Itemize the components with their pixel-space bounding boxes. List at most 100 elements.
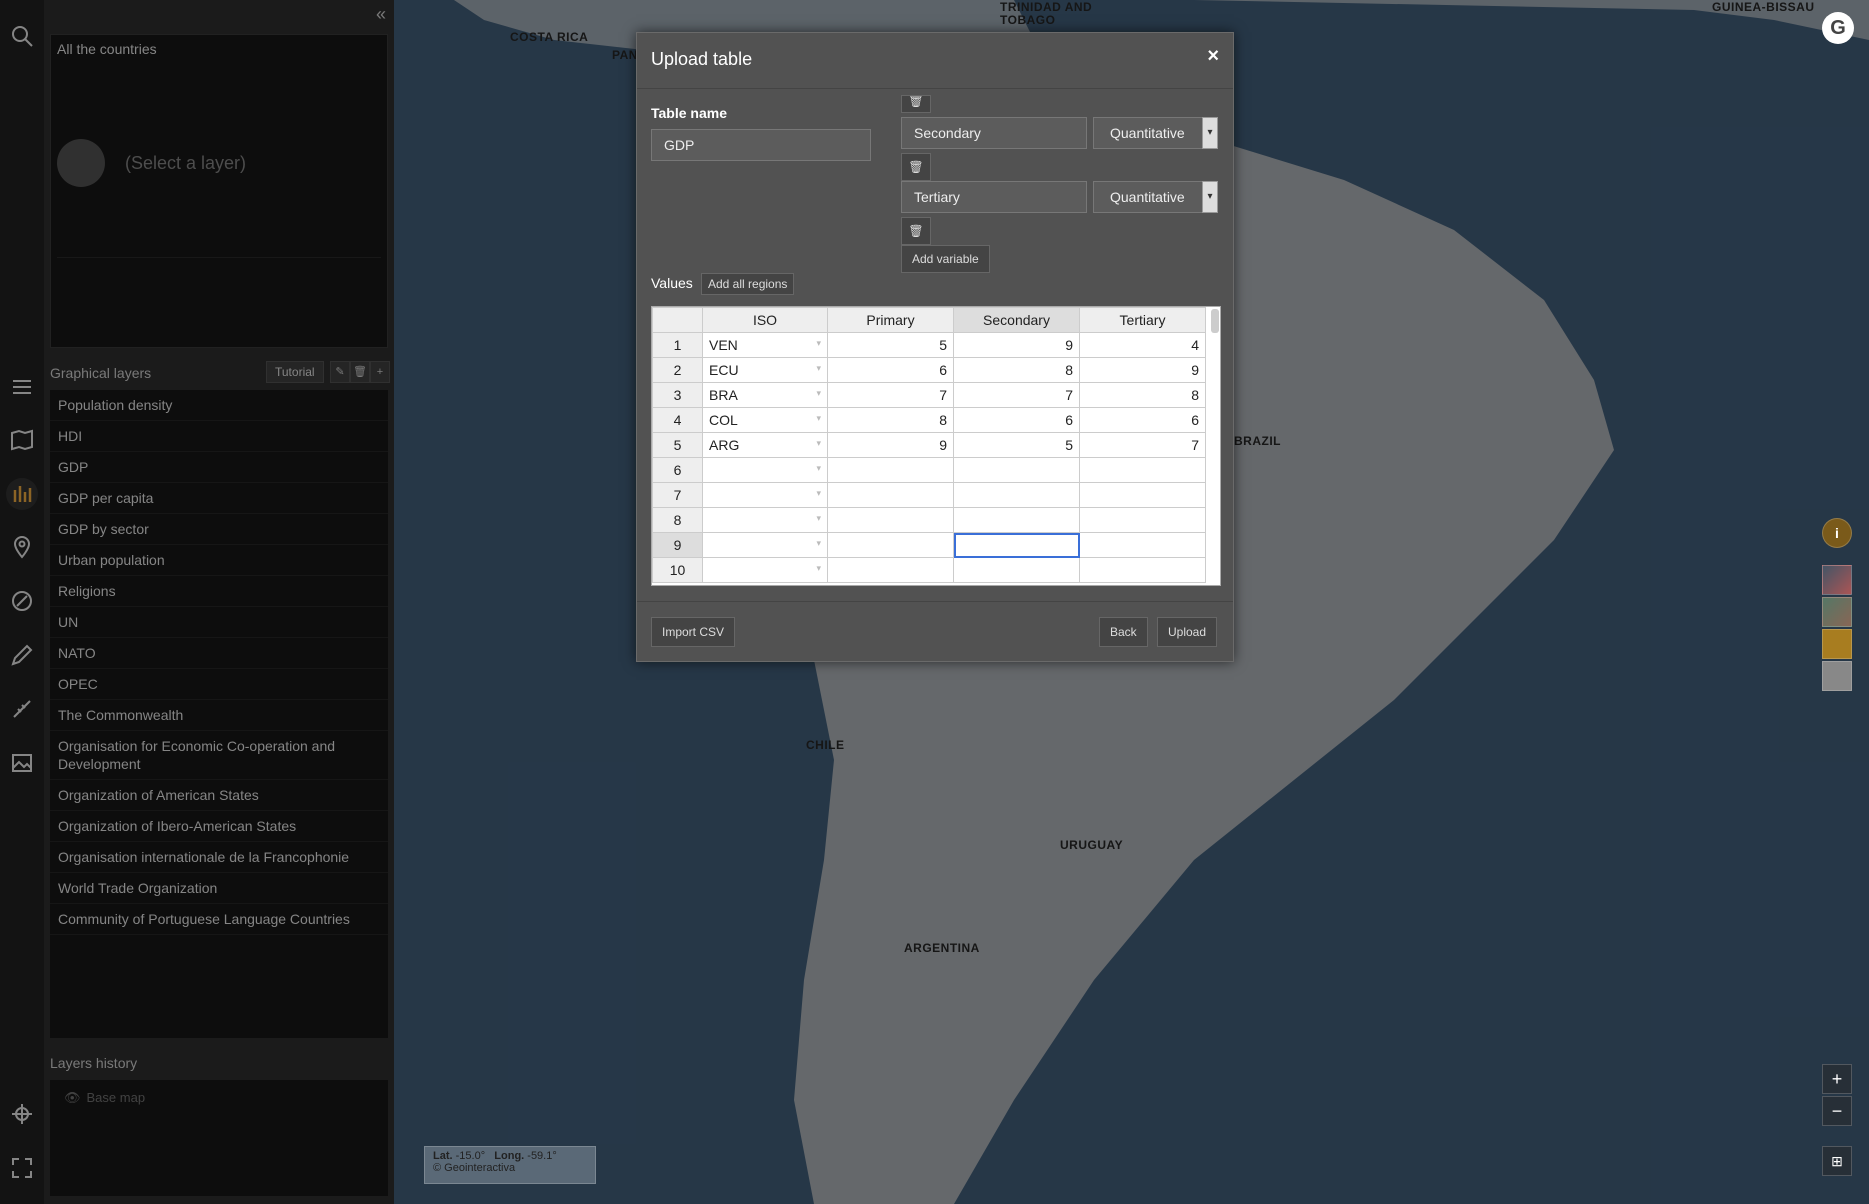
iso-cell[interactable]: ▾ <box>702 507 828 533</box>
iso-cell[interactable]: ▾ <box>702 532 828 558</box>
table-name-input[interactable] <box>651 129 871 161</box>
column-header[interactable]: Tertiary <box>1079 307 1206 333</box>
value-cell[interactable] <box>953 532 1080 558</box>
value-cell[interactable]: 5 <box>953 432 1080 458</box>
iso-cell[interactable]: ARG ▾ <box>702 432 828 458</box>
value-cell[interactable] <box>827 532 954 558</box>
value-cell[interactable]: 9 <box>827 432 954 458</box>
value-cell[interactable] <box>953 507 1080 533</box>
chevron-down-icon[interactable]: ▾ <box>816 438 821 449</box>
chevron-down-icon[interactable]: ▾ <box>816 388 821 399</box>
row-header[interactable]: 2 <box>652 357 703 383</box>
delete-variable-icon[interactable]: 🗑 <box>901 153 931 181</box>
add-all-regions-button[interactable]: Add all regions <box>701 273 795 295</box>
delete-variable-icon[interactable]: 🗑 <box>901 217 931 245</box>
logo-icon[interactable]: G <box>1822 12 1854 44</box>
row-header[interactable]: 9 <box>652 532 703 558</box>
delete-variable-icon[interactable]: 🗑 <box>901 95 931 113</box>
value-cell[interactable]: 6 <box>953 407 1080 433</box>
value-cell[interactable]: 8 <box>1079 382 1206 408</box>
close-icon[interactable]: × <box>1207 45 1219 68</box>
chevron-down-icon[interactable]: ▾ <box>816 413 821 424</box>
chevron-down-icon[interactable]: ▾ <box>816 488 821 499</box>
iso-cell[interactable]: VEN ▾ <box>702 332 828 358</box>
iso-cell[interactable]: ▾ <box>702 482 828 508</box>
value-cell[interactable]: 9 <box>953 332 1080 358</box>
value-cell[interactable] <box>827 507 954 533</box>
cell-text: 6 <box>939 362 947 378</box>
column-header[interactable]: ISO <box>702 307 828 333</box>
value-cell[interactable]: 8 <box>953 357 1080 383</box>
zoom-out-button[interactable]: − <box>1822 1096 1852 1126</box>
value-cell[interactable] <box>1079 457 1206 483</box>
value-cell[interactable] <box>827 457 954 483</box>
add-variable-button[interactable]: Add variable <box>901 245 990 273</box>
column-header[interactable]: Secondary <box>953 307 1080 333</box>
row-header[interactable]: 4 <box>652 407 703 433</box>
value-cell[interactable]: 6 <box>1079 407 1206 433</box>
row-header[interactable]: 10 <box>652 557 703 583</box>
row-header[interactable]: 3 <box>652 382 703 408</box>
iso-cell[interactable]: ▾ <box>702 557 828 583</box>
chevron-down-icon[interactable]: ▾ <box>816 338 821 349</box>
iso-cell[interactable]: ▾ <box>702 457 828 483</box>
row-header[interactable]: 7 <box>652 482 703 508</box>
zoom-in-button[interactable]: + <box>1822 1064 1852 1094</box>
value-cell[interactable] <box>1079 532 1206 558</box>
value-cell[interactable]: 7 <box>1079 432 1206 458</box>
cell-text: 9 <box>673 537 682 553</box>
chevron-down-icon[interactable]: ▾ <box>1202 181 1218 213</box>
grid-scrollbar[interactable] <box>1211 309 1219 333</box>
cell-text: ARG <box>709 437 740 453</box>
chevron-down-icon[interactable]: ▾ <box>816 563 821 574</box>
value-cell[interactable]: 8 <box>827 407 954 433</box>
iso-cell[interactable]: COL ▾ <box>702 407 828 433</box>
chevron-down-icon[interactable]: ▾ <box>816 463 821 474</box>
value-cell[interactable] <box>1079 482 1206 508</box>
upload-button[interactable]: Upload <box>1157 617 1218 647</box>
row-header[interactable]: 5 <box>652 432 703 458</box>
chevron-down-icon[interactable]: ▾ <box>816 538 821 549</box>
value-cell[interactable]: 7 <box>827 382 954 408</box>
cell-text: 4 <box>673 412 682 428</box>
basemap-thumb-2[interactable] <box>1822 597 1852 627</box>
table-row: 6 ▾ <box>652 457 1206 483</box>
row-header[interactable]: 1 <box>652 332 703 358</box>
import-csv-button[interactable]: Import CSV <box>651 617 736 647</box>
iso-cell[interactable]: ECU ▾ <box>702 357 828 383</box>
back-button[interactable]: Back <box>1099 617 1148 647</box>
value-cell[interactable]: 7 <box>953 382 1080 408</box>
value-cell[interactable] <box>1079 557 1206 583</box>
iso-cell[interactable]: BRA ▾ <box>702 382 828 408</box>
chevron-down-icon[interactable]: ▾ <box>1202 117 1218 149</box>
value-cell[interactable] <box>1079 507 1206 533</box>
cell-text: 1 <box>673 337 682 353</box>
basemap-thumb-4[interactable] <box>1822 661 1852 691</box>
value-cell[interactable] <box>953 557 1080 583</box>
variable-name-input[interactable] <box>901 117 1087 149</box>
row-header[interactable]: 8 <box>652 507 703 533</box>
value-cell[interactable]: 6 <box>827 357 954 383</box>
value-cell[interactable] <box>953 457 1080 483</box>
basemap-thumb-1[interactable] <box>1822 565 1852 595</box>
values-grid[interactable]: ISO Primary Secondary Tertiary 1 VEN ▾ 5 9 4 2 ECU… <box>651 306 1221 586</box>
chevron-down-icon[interactable]: ▾ <box>816 513 821 524</box>
chevron-down-icon[interactable]: ▾ <box>816 363 821 374</box>
value-cell[interactable]: 5 <box>827 332 954 358</box>
row-header[interactable]: 6 <box>652 457 703 483</box>
basemap-thumb-3[interactable] <box>1822 629 1852 659</box>
layers-control-icon[interactable]: ⊞ <box>1822 1146 1852 1176</box>
value-cell[interactable]: 4 <box>1079 332 1206 358</box>
value-cell[interactable]: 9 <box>1079 357 1206 383</box>
copyright: © Geointeractiva <box>433 1162 516 1174</box>
column-header[interactable] <box>652 307 703 333</box>
value-cell[interactable] <box>953 482 1080 508</box>
variable-name-input[interactable] <box>901 181 1087 213</box>
info-button[interactable]: i <box>1822 518 1852 548</box>
column-header[interactable]: Primary <box>827 307 954 333</box>
variable-type-select[interactable]: Quantitative <box>1093 181 1203 213</box>
value-cell[interactable] <box>827 557 954 583</box>
value-cell[interactable] <box>827 482 954 508</box>
long-value: -59.1° <box>527 1150 557 1162</box>
variable-type-select[interactable]: Quantitative <box>1093 117 1203 149</box>
